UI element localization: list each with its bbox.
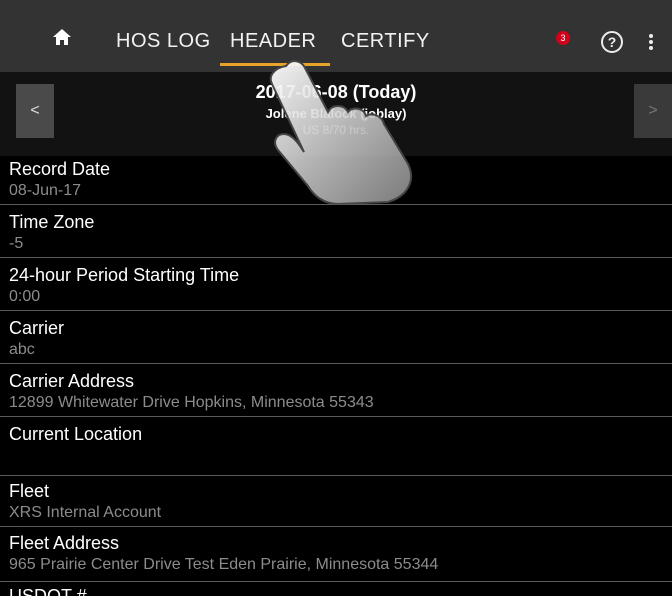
notification-badge[interactable]: 3 bbox=[556, 31, 570, 45]
field-value: 12899 Whitewater Drive Hopkins, Minnesot… bbox=[9, 394, 374, 411]
field-value: abc bbox=[9, 341, 35, 358]
field-record-date: Record Date 08-Jun-17 bbox=[0, 156, 672, 205]
home-icon[interactable] bbox=[52, 28, 72, 46]
tab-hos-log[interactable]: HOS LOG bbox=[116, 30, 211, 53]
field-period-start: 24-hour Period Starting Time 0:00 bbox=[0, 262, 672, 311]
field-carrier-address: Carrier Address 12899 Whitewater Drive H… bbox=[0, 368, 672, 417]
log-date-title: 2017-06-08 (Today) bbox=[255, 82, 417, 102]
hours-cycle: US 8/70 hrs. bbox=[302, 123, 370, 137]
field-label: Time Zone bbox=[9, 212, 95, 232]
field-value: 08-Jun-17 bbox=[9, 182, 82, 199]
tab-header[interactable]: HEADER bbox=[230, 30, 316, 53]
field-fleet: Fleet XRS Internal Account bbox=[0, 478, 672, 527]
active-tab-indicator bbox=[220, 63, 330, 66]
field-time-zone: Time Zone -5 bbox=[0, 209, 672, 258]
field-label: Carrier bbox=[9, 318, 65, 338]
field-current-location: Current Location bbox=[0, 421, 672, 476]
field-value: 0:00 bbox=[9, 288, 41, 305]
top-app-bar: HOS LOG HEADER CERTIFY 3 ? bbox=[0, 0, 672, 72]
field-carrier: Carrier abc bbox=[0, 315, 672, 364]
field-value: -5 bbox=[9, 235, 24, 252]
field-label: Fleet bbox=[9, 481, 50, 501]
field-label: Current Location bbox=[9, 424, 143, 444]
field-label: Fleet Address bbox=[9, 533, 120, 553]
tab-certify[interactable]: CERTIFY bbox=[341, 30, 430, 53]
field-value: 965 Prairie Center Drive Test Eden Prair… bbox=[9, 556, 439, 573]
driver-name: Jolene Blalock (joblay) bbox=[265, 106, 407, 121]
field-usdot: USDOT # bbox=[0, 584, 672, 596]
field-label: USDOT # bbox=[9, 586, 87, 596]
field-label: 24-hour Period Starting Time bbox=[9, 265, 240, 285]
help-icon[interactable]: ? bbox=[601, 31, 623, 53]
field-value: XRS Internal Account bbox=[9, 504, 162, 521]
field-label: Carrier Address bbox=[9, 371, 135, 391]
field-fleet-address: Fleet Address 965 Prairie Center Drive T… bbox=[0, 530, 672, 582]
field-label: Record Date bbox=[9, 159, 111, 179]
more-vert-icon[interactable] bbox=[648, 34, 654, 50]
